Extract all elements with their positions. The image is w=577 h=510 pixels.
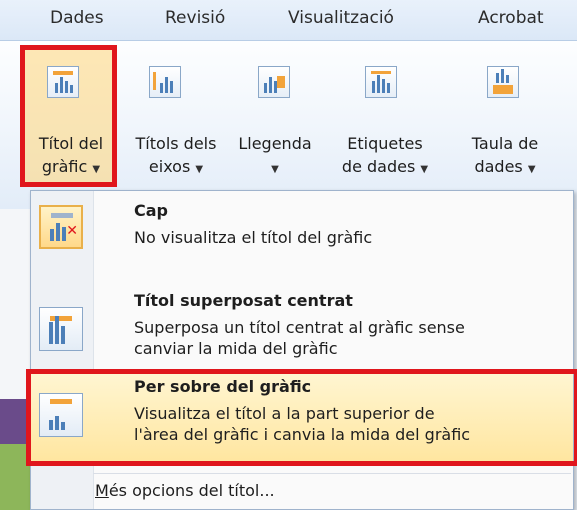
legend-label-line1: Llegenda bbox=[238, 134, 312, 153]
chart-title-label-line1: Títol del bbox=[38, 134, 104, 153]
overlay-title-icon bbox=[39, 307, 83, 351]
axis-titles-button[interactable] bbox=[145, 62, 185, 102]
axis-titles-label-line1: Títols dels bbox=[135, 134, 217, 153]
chart-title-label-text: gràfic bbox=[41, 157, 88, 176]
axis-titles-icon bbox=[149, 66, 181, 98]
data-labels-label-text: de dades bbox=[341, 157, 416, 176]
menu-item-desc: No visualitza el títol del gràfic bbox=[134, 228, 373, 247]
menu-separator bbox=[93, 473, 571, 474]
data-table-label-line1: Taula de bbox=[471, 134, 539, 153]
axis-titles-label-line2: eixos ▼ bbox=[121, 156, 231, 181]
data-labels-label-line1: Etiquetes bbox=[347, 134, 423, 153]
tab-acrobat[interactable]: Acrobat bbox=[478, 8, 544, 28]
chart-title-label-line2: gràfic ▼ bbox=[25, 156, 117, 181]
more-title-options-item[interactable]: Més opcions del títol... bbox=[95, 481, 275, 500]
dropdown-arrow-icon: ▼ bbox=[527, 164, 536, 175]
legend-button[interactable] bbox=[254, 62, 294, 102]
data-table-button[interactable] bbox=[483, 62, 523, 102]
menu-item-none[interactable]: ✕ Cap No visualitza el títol del gràfic bbox=[31, 195, 573, 275]
dropdown-arrow-icon: ▼ bbox=[271, 164, 279, 175]
tab-revisio[interactable]: Revisió bbox=[165, 8, 225, 28]
menu-item-title: Cap bbox=[134, 201, 168, 220]
more-options-accelerator: M bbox=[95, 481, 109, 500]
menu-item-desc-line1: Superposa un títol centrat al gràfic sen… bbox=[134, 318, 465, 337]
data-labels-label-line2: de dades ▼ bbox=[325, 156, 445, 181]
menu-item-title: Títol superposat centrat bbox=[134, 291, 353, 310]
no-title-icon: ✕ bbox=[39, 205, 83, 249]
more-options-label: és opcions del títol... bbox=[108, 481, 275, 500]
data-table-icon bbox=[487, 66, 519, 98]
highlight-frame bbox=[26, 369, 577, 466]
legend-label-line2: ▼ bbox=[228, 156, 322, 181]
dropdown-arrow-icon: ▼ bbox=[195, 164, 204, 175]
data-table-label-line2: dades ▼ bbox=[455, 156, 555, 181]
dropdown-arrow-icon: ▼ bbox=[420, 164, 429, 175]
legend-icon bbox=[258, 66, 290, 98]
menu-item-overlay-centered[interactable]: Títol superposat centrat Superposa un tí… bbox=[31, 283, 573, 367]
tab-visualitzacio[interactable]: Visualització bbox=[288, 8, 394, 28]
data-labels-icon bbox=[365, 66, 397, 98]
tab-dades[interactable]: Dades bbox=[50, 8, 104, 28]
chart-title-menu: ✕ Cap No visualitza el títol del gràfic … bbox=[26, 190, 577, 510]
data-table-label-text: dades bbox=[474, 157, 523, 176]
data-labels-button[interactable] bbox=[361, 62, 401, 102]
dropdown-arrow-icon: ▼ bbox=[92, 164, 101, 175]
ribbon-tab-strip: Dades Revisió Visualització Acrobat bbox=[0, 0, 577, 41]
menu-item-desc-line2: canviar la mida del gràfic bbox=[134, 339, 338, 358]
axis-titles-label-text: eixos bbox=[148, 157, 191, 176]
chart-title-icon bbox=[47, 66, 79, 98]
